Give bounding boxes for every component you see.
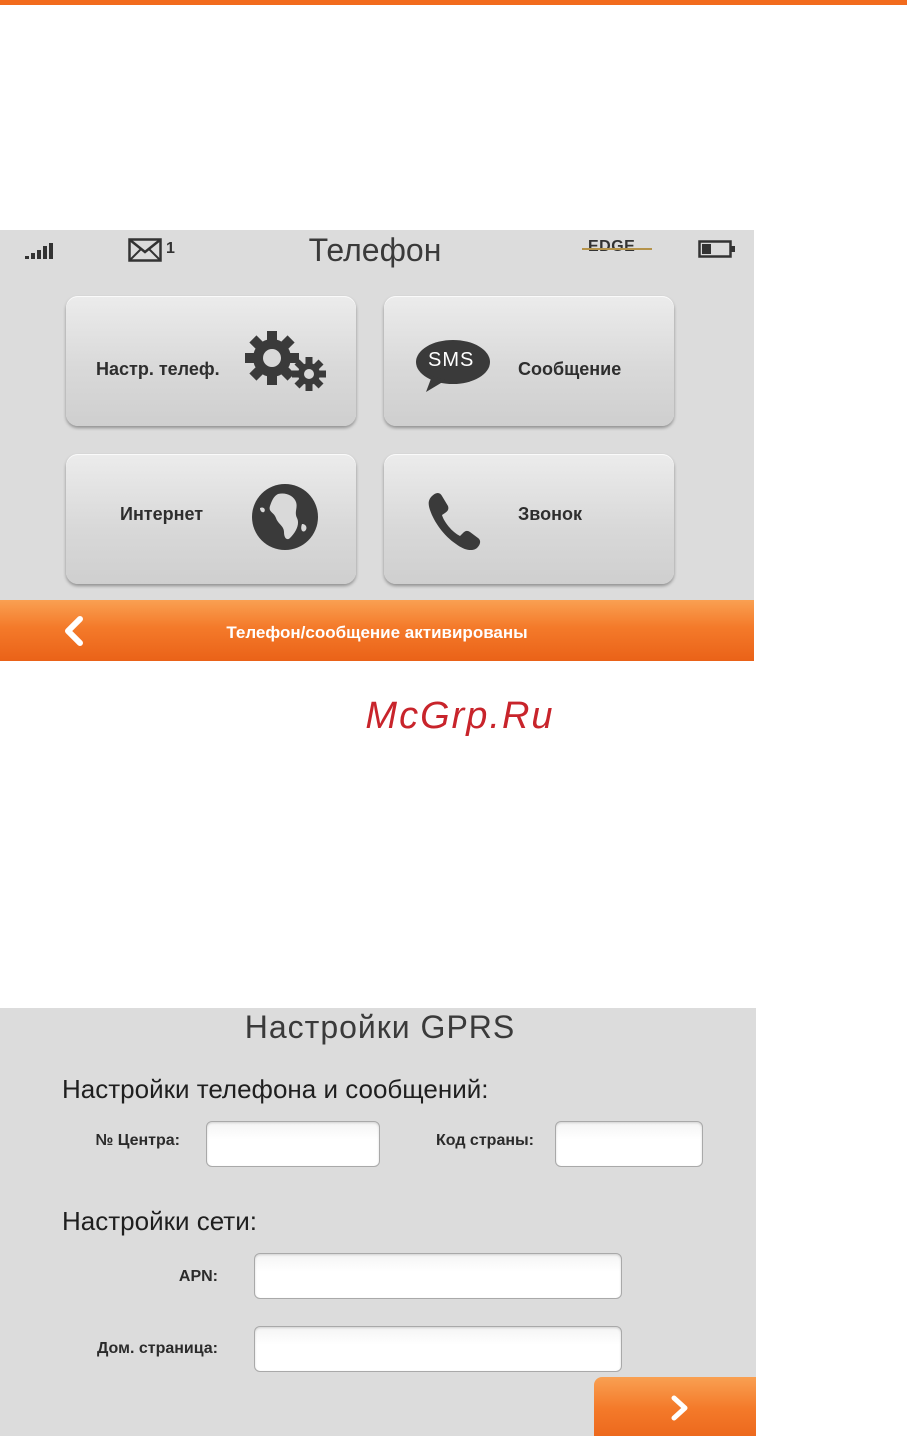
phone-handset-icon [428,493,481,550]
top-accent-rule [0,0,907,5]
envelope-icon [128,238,162,262]
gears-icon [245,331,326,391]
screen-title: Телефон [308,232,442,268]
homepage-input[interactable] [254,1326,622,1372]
tile-label: Звонок [518,504,582,524]
status-bar: 1 Телефон EDGE [0,230,754,270]
phone-section-heading: Настройки телефона и сообщений: [62,1074,489,1104]
globe-icon [252,484,318,550]
tile-label: Настр. телеф. [96,359,220,379]
tile-label: Интернет [120,504,204,524]
country-code-input[interactable] [555,1121,703,1167]
country-code-label: Код страны: [436,1132,534,1149]
screen-title: Настройки GPRS [244,1009,516,1045]
tile-label: Сообщение [518,359,622,379]
back-chevron-icon[interactable] [58,614,92,648]
center-number-input[interactable] [206,1121,380,1167]
apn-label: APN: [178,1268,218,1285]
call-tile[interactable]: Звонок [384,454,674,584]
battery-icon [698,240,735,258]
sms-icon-text: SMS [428,349,475,371]
messages-tile[interactable]: SMS Сообщение [384,296,674,426]
homepage-label: Дом. страница: [96,1340,218,1357]
chevron-right-icon [671,1395,688,1421]
network-section-heading: Настройки сети: [62,1206,257,1236]
next-button[interactable] [594,1377,756,1436]
phone-settings-tile[interactable]: Настр. телеф. [66,296,356,426]
center-number-label: № Центра: [95,1132,180,1149]
unread-message-count: 1 [166,240,175,257]
bottom-status-bar: Телефон/сообщение активированы [0,600,754,661]
signal-strength-icon [25,243,53,259]
activation-status-text: Телефон/сообщение активированы [226,623,528,642]
apn-input[interactable] [254,1253,622,1299]
gprs-settings-screen: Настройки GPRS Настройки телефона и сооб… [0,1008,756,1436]
internet-tile[interactable]: Интернет [66,454,356,584]
network-type-label: EDGE [588,238,636,255]
watermark-text: McGrp.Ru [365,695,555,737]
phone-menu-screen: 1 Телефон EDGE Настр. телеф. SMS Сообщен… [0,230,754,661]
network-inactive-strike [582,248,652,250]
